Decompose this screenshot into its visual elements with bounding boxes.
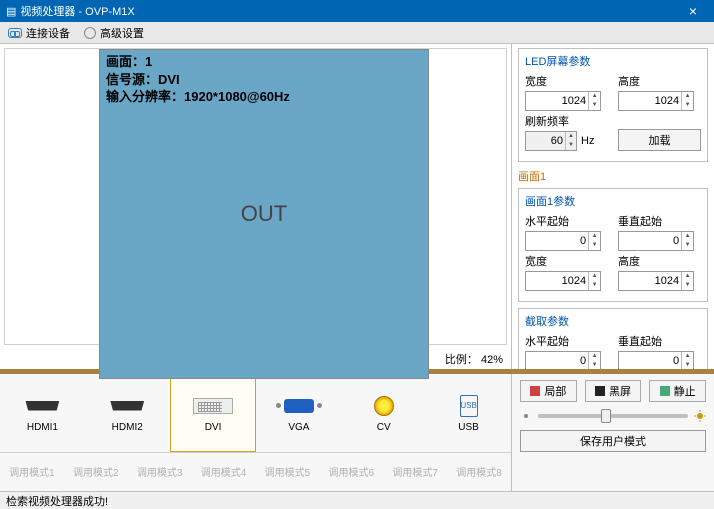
crop-hstart-input[interactable]: ▲▼: [525, 351, 601, 369]
advanced-label: 高级设置: [100, 25, 144, 41]
port-cv[interactable]: CV: [341, 374, 426, 452]
crop-vstart-input[interactable]: ▲▼: [618, 351, 694, 369]
app-icon: ▤: [6, 5, 16, 18]
s1-vstart-input[interactable]: ▲▼: [618, 231, 694, 251]
screen1-params-group: 画面1参数 水平起始 ▲▼ 垂直起始 ▲▼ 宽度 ▲▼ 高度 ▲▼: [518, 188, 708, 302]
hdmi1-icon: [25, 401, 59, 411]
vga-icon: [284, 399, 314, 413]
s1-width-input[interactable]: ▲▼: [525, 271, 601, 291]
s1-height-label: 高度: [618, 253, 701, 269]
window-title: 视频处理器 - OVP-M1X: [20, 3, 134, 19]
titlebar: ▤ 视频处理器 - OVP-M1X ×: [0, 0, 714, 22]
signal-source: 信号源：DVI: [106, 71, 290, 89]
port-label: VGA: [288, 422, 309, 433]
mode-1: 调用模式1: [0, 464, 64, 479]
hdmi2-icon: [110, 401, 144, 411]
s1-hstart-input[interactable]: ▲▼: [525, 231, 601, 251]
connect-label: 连接设备: [26, 25, 70, 41]
freeze-button[interactable]: 静止: [649, 380, 706, 402]
out-label: OUT: [241, 201, 287, 227]
ratio-label: 比例：: [445, 354, 478, 366]
usb-icon: USB: [460, 395, 478, 417]
connect-device-button[interactable]: 连接设备: [8, 25, 70, 41]
s1-width-label: 宽度: [525, 253, 608, 269]
cv-icon: [374, 396, 394, 416]
mode-5: 调用模式5: [256, 464, 320, 479]
brightness-high-icon: [694, 410, 706, 422]
s1-height-input[interactable]: ▲▼: [618, 271, 694, 291]
led-width-input[interactable]: ▲▼: [525, 91, 601, 111]
crop-vstart-label: 垂直起始: [618, 333, 701, 349]
port-vga[interactable]: VGA: [256, 374, 341, 452]
brightness-low-icon: [520, 410, 532, 422]
toolbar: 连接设备 高级设置: [0, 22, 714, 44]
freeze-icon: [660, 386, 670, 396]
mode-7: 调用模式7: [383, 464, 447, 479]
led-height-label: 高度: [618, 73, 701, 89]
crop-hstart-label: 水平起始: [525, 333, 608, 349]
advanced-settings-button[interactable]: 高级设置: [84, 25, 144, 41]
port-label: CV: [377, 422, 391, 433]
hz-label: Hz: [581, 135, 594, 147]
port-dvi[interactable]: DVI: [170, 374, 257, 452]
local-icon: [530, 386, 540, 396]
port-label: HDMI1: [27, 422, 58, 433]
port-usb[interactable]: USB USB: [426, 374, 511, 452]
mode-4: 调用模式4: [192, 464, 256, 479]
led-height-input[interactable]: ▲▼: [618, 91, 694, 111]
black-icon: [595, 386, 605, 396]
s1-hstart-label: 水平起始: [525, 213, 608, 229]
save-user-mode-button[interactable]: 保存用户模式: [520, 430, 706, 452]
brightness-slider[interactable]: [538, 414, 688, 418]
port-label: HDMI2: [112, 422, 143, 433]
gear-icon: [84, 27, 96, 39]
ratio-value: 42%: [481, 354, 503, 366]
dvi-icon: [193, 398, 233, 414]
crop-title: 截取参数: [525, 313, 701, 329]
output-screen-box[interactable]: 画面：1 信号源：DVI 输入分辨率：1920*1080@60Hz OUT: [99, 49, 429, 379]
crop-params-group: 截取参数 水平起始 ▲▼ 垂直起始 ▲▼ 宽度 ▲▼ 高度 ▲▼: [518, 308, 708, 369]
mode-8: 调用模式8: [447, 464, 511, 479]
connect-icon: [8, 28, 22, 38]
load-button[interactable]: 加载: [618, 129, 701, 151]
port-label: DVI: [205, 422, 222, 433]
led-width-label: 宽度: [525, 73, 608, 89]
screen1-title: 画面1参数: [525, 193, 701, 209]
s1-vstart-label: 垂直起始: [618, 213, 701, 229]
right-panel: LED屏幕参数 宽度 ▲▼ 高度 ▲▼ 刷新频率 ▲▼ Hz: [512, 44, 714, 369]
led-params-group: LED屏幕参数 宽度 ▲▼ 高度 ▲▼ 刷新频率 ▲▼ Hz: [518, 48, 708, 162]
screen1-tab[interactable]: 画面1: [518, 168, 708, 184]
input-resolution: 输入分辨率：1920*1080@60Hz: [106, 88, 290, 106]
screen-number: 画面：1: [106, 53, 290, 71]
preview-area: 画面：1 信号源：DVI 输入分辨率：1920*1080@60Hz OUT 比例…: [0, 44, 512, 369]
refresh-input[interactable]: ▲▼: [525, 131, 577, 151]
black-button[interactable]: 黑屏: [585, 380, 642, 402]
refresh-label: 刷新频率: [525, 113, 608, 129]
port-selector: HDMI1 HDMI2 DVI VGA CV USB USB: [0, 374, 511, 452]
local-button[interactable]: 局部: [520, 380, 577, 402]
led-params-title: LED屏幕参数: [525, 53, 701, 69]
close-button[interactable]: ×: [678, 3, 708, 19]
mode-3: 调用模式3: [128, 464, 192, 479]
port-hdmi2[interactable]: HDMI2: [85, 374, 170, 452]
status-bar: 检索视频处理器成功!: [0, 491, 714, 509]
port-label: USB: [458, 422, 479, 433]
mode-6: 调用模式6: [319, 464, 383, 479]
mode-2: 调用模式2: [64, 464, 128, 479]
mode-row: 调用模式1调用模式2调用模式3调用模式4调用模式5调用模式6调用模式7调用模式8: [0, 452, 511, 490]
port-hdmi1[interactable]: HDMI1: [0, 374, 85, 452]
